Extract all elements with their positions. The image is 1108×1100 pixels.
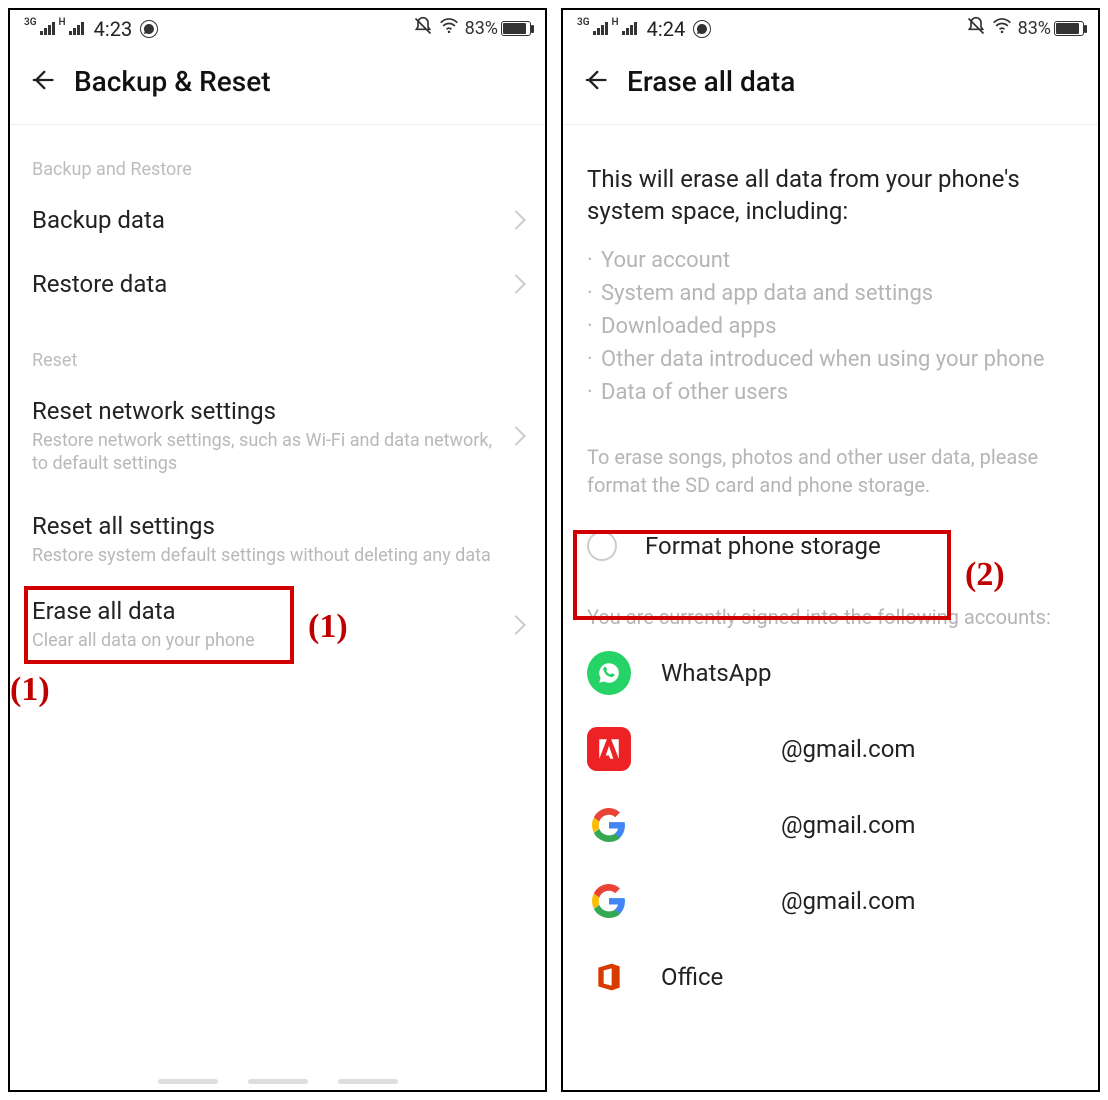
annotation-label-2: (2) [965, 556, 1005, 594]
network-label-2: H [612, 17, 619, 28]
screen-backup-reset: 3G H 4:23 83% Backup & Reset [8, 8, 547, 1092]
row-title: Erase all data [32, 597, 499, 625]
office-icon [587, 955, 631, 999]
account-name: WhatsApp [661, 659, 771, 687]
battery-icon [501, 21, 531, 36]
erase-description: This will erase all data from your phone… [563, 125, 1098, 244]
screen-erase-all-data: 3G H 4:24 83% Erase all data [561, 8, 1100, 1092]
account-row-adobe[interactable]: @gmail.com [563, 711, 1098, 787]
status-bar: 3G H 4:24 83% [563, 10, 1098, 43]
bullet-item: Other data introduced when using your ph… [587, 343, 1074, 376]
account-row-google-2[interactable]: @gmail.com [563, 863, 1098, 939]
section-backup-restore: Backup and Restore [10, 125, 545, 188]
row-erase-all[interactable]: Erase all data Clear all data on your ph… [10, 585, 545, 670]
signal-bars-2-icon [69, 22, 84, 35]
chevron-right-icon [506, 426, 526, 446]
account-name: Office [661, 963, 723, 991]
account-name: @gmail.com [781, 887, 915, 915]
chevron-right-icon [506, 210, 526, 230]
whatsapp-status-icon [140, 20, 158, 38]
network-label-2: H [59, 17, 66, 28]
format-hint: To erase songs, photos and other user da… [563, 417, 1098, 509]
annotation-label-1: (1) [308, 608, 348, 646]
battery-percent: 83% [465, 18, 498, 39]
back-arrow-icon[interactable] [28, 66, 56, 98]
bell-off-icon [413, 16, 433, 41]
signal-bars-1-icon [40, 22, 55, 35]
account-row-google-1[interactable]: @gmail.com [563, 787, 1098, 863]
battery-icon [1054, 21, 1084, 36]
network-label-1: 3G [24, 17, 37, 28]
page-title: Backup & Reset [74, 65, 271, 98]
row-subtitle: Clear all data on your phone [32, 629, 499, 652]
radio-unchecked-icon[interactable] [587, 531, 617, 561]
wifi-icon [992, 16, 1012, 41]
row-restore-data[interactable]: Restore data [10, 252, 545, 316]
account-row-office[interactable]: Office [563, 939, 1098, 1015]
annotation-label-1: (1) [10, 671, 50, 709]
format-label: Format phone storage [645, 532, 881, 560]
signal-bars-2-icon [622, 22, 637, 35]
bullet-item: Your account [587, 244, 1074, 277]
page-title: Erase all data [627, 65, 795, 98]
row-subtitle: Restore system default settings without … [32, 544, 523, 567]
chevron-right-icon [506, 274, 526, 294]
signed-in-label: You are currently signed into the follow… [563, 583, 1098, 635]
back-arrow-icon[interactable] [581, 66, 609, 98]
battery-indicator: 83% [1018, 18, 1084, 39]
signal-bars-1-icon [593, 22, 608, 35]
google-icon [587, 879, 631, 923]
wifi-icon [439, 16, 459, 41]
header: Backup & Reset [10, 43, 545, 125]
clock: 4:24 [647, 17, 686, 41]
bell-off-icon [966, 16, 986, 41]
bullet-item: System and app data and settings [587, 277, 1074, 310]
whatsapp-status-icon [693, 20, 711, 38]
nav-indicator [10, 1079, 545, 1084]
account-name: @gmail.com [781, 735, 915, 763]
chevron-right-icon [506, 615, 526, 635]
header: Erase all data [563, 43, 1098, 125]
network-label-1: 3G [577, 17, 590, 28]
row-reset-network[interactable]: Reset network settings Restore network s… [10, 379, 545, 494]
row-title: Reset network settings [32, 397, 499, 425]
bullet-item: Data of other users [587, 376, 1074, 409]
row-title: Backup data [32, 206, 499, 234]
google-icon [587, 803, 631, 847]
battery-percent: 83% [1018, 18, 1051, 39]
row-format-storage[interactable]: Format phone storage [563, 509, 1098, 583]
bullet-item: Downloaded apps [587, 310, 1074, 343]
erase-bullet-list: Your account System and app data and set… [563, 244, 1098, 417]
row-backup-data[interactable]: Backup data [10, 188, 545, 252]
account-name: @gmail.com [781, 811, 915, 839]
row-reset-all[interactable]: Reset all settings Restore system defaul… [10, 494, 545, 585]
row-subtitle: Restore network settings, such as Wi-Fi … [32, 429, 499, 476]
battery-indicator: 83% [465, 18, 531, 39]
section-reset: Reset [10, 316, 545, 379]
adobe-icon [587, 727, 631, 771]
status-bar: 3G H 4:23 83% [10, 10, 545, 43]
account-row-whatsapp[interactable]: WhatsApp [563, 635, 1098, 711]
whatsapp-icon [587, 651, 631, 695]
row-title: Reset all settings [32, 512, 523, 540]
row-title: Restore data [32, 270, 499, 298]
clock: 4:23 [94, 17, 133, 41]
